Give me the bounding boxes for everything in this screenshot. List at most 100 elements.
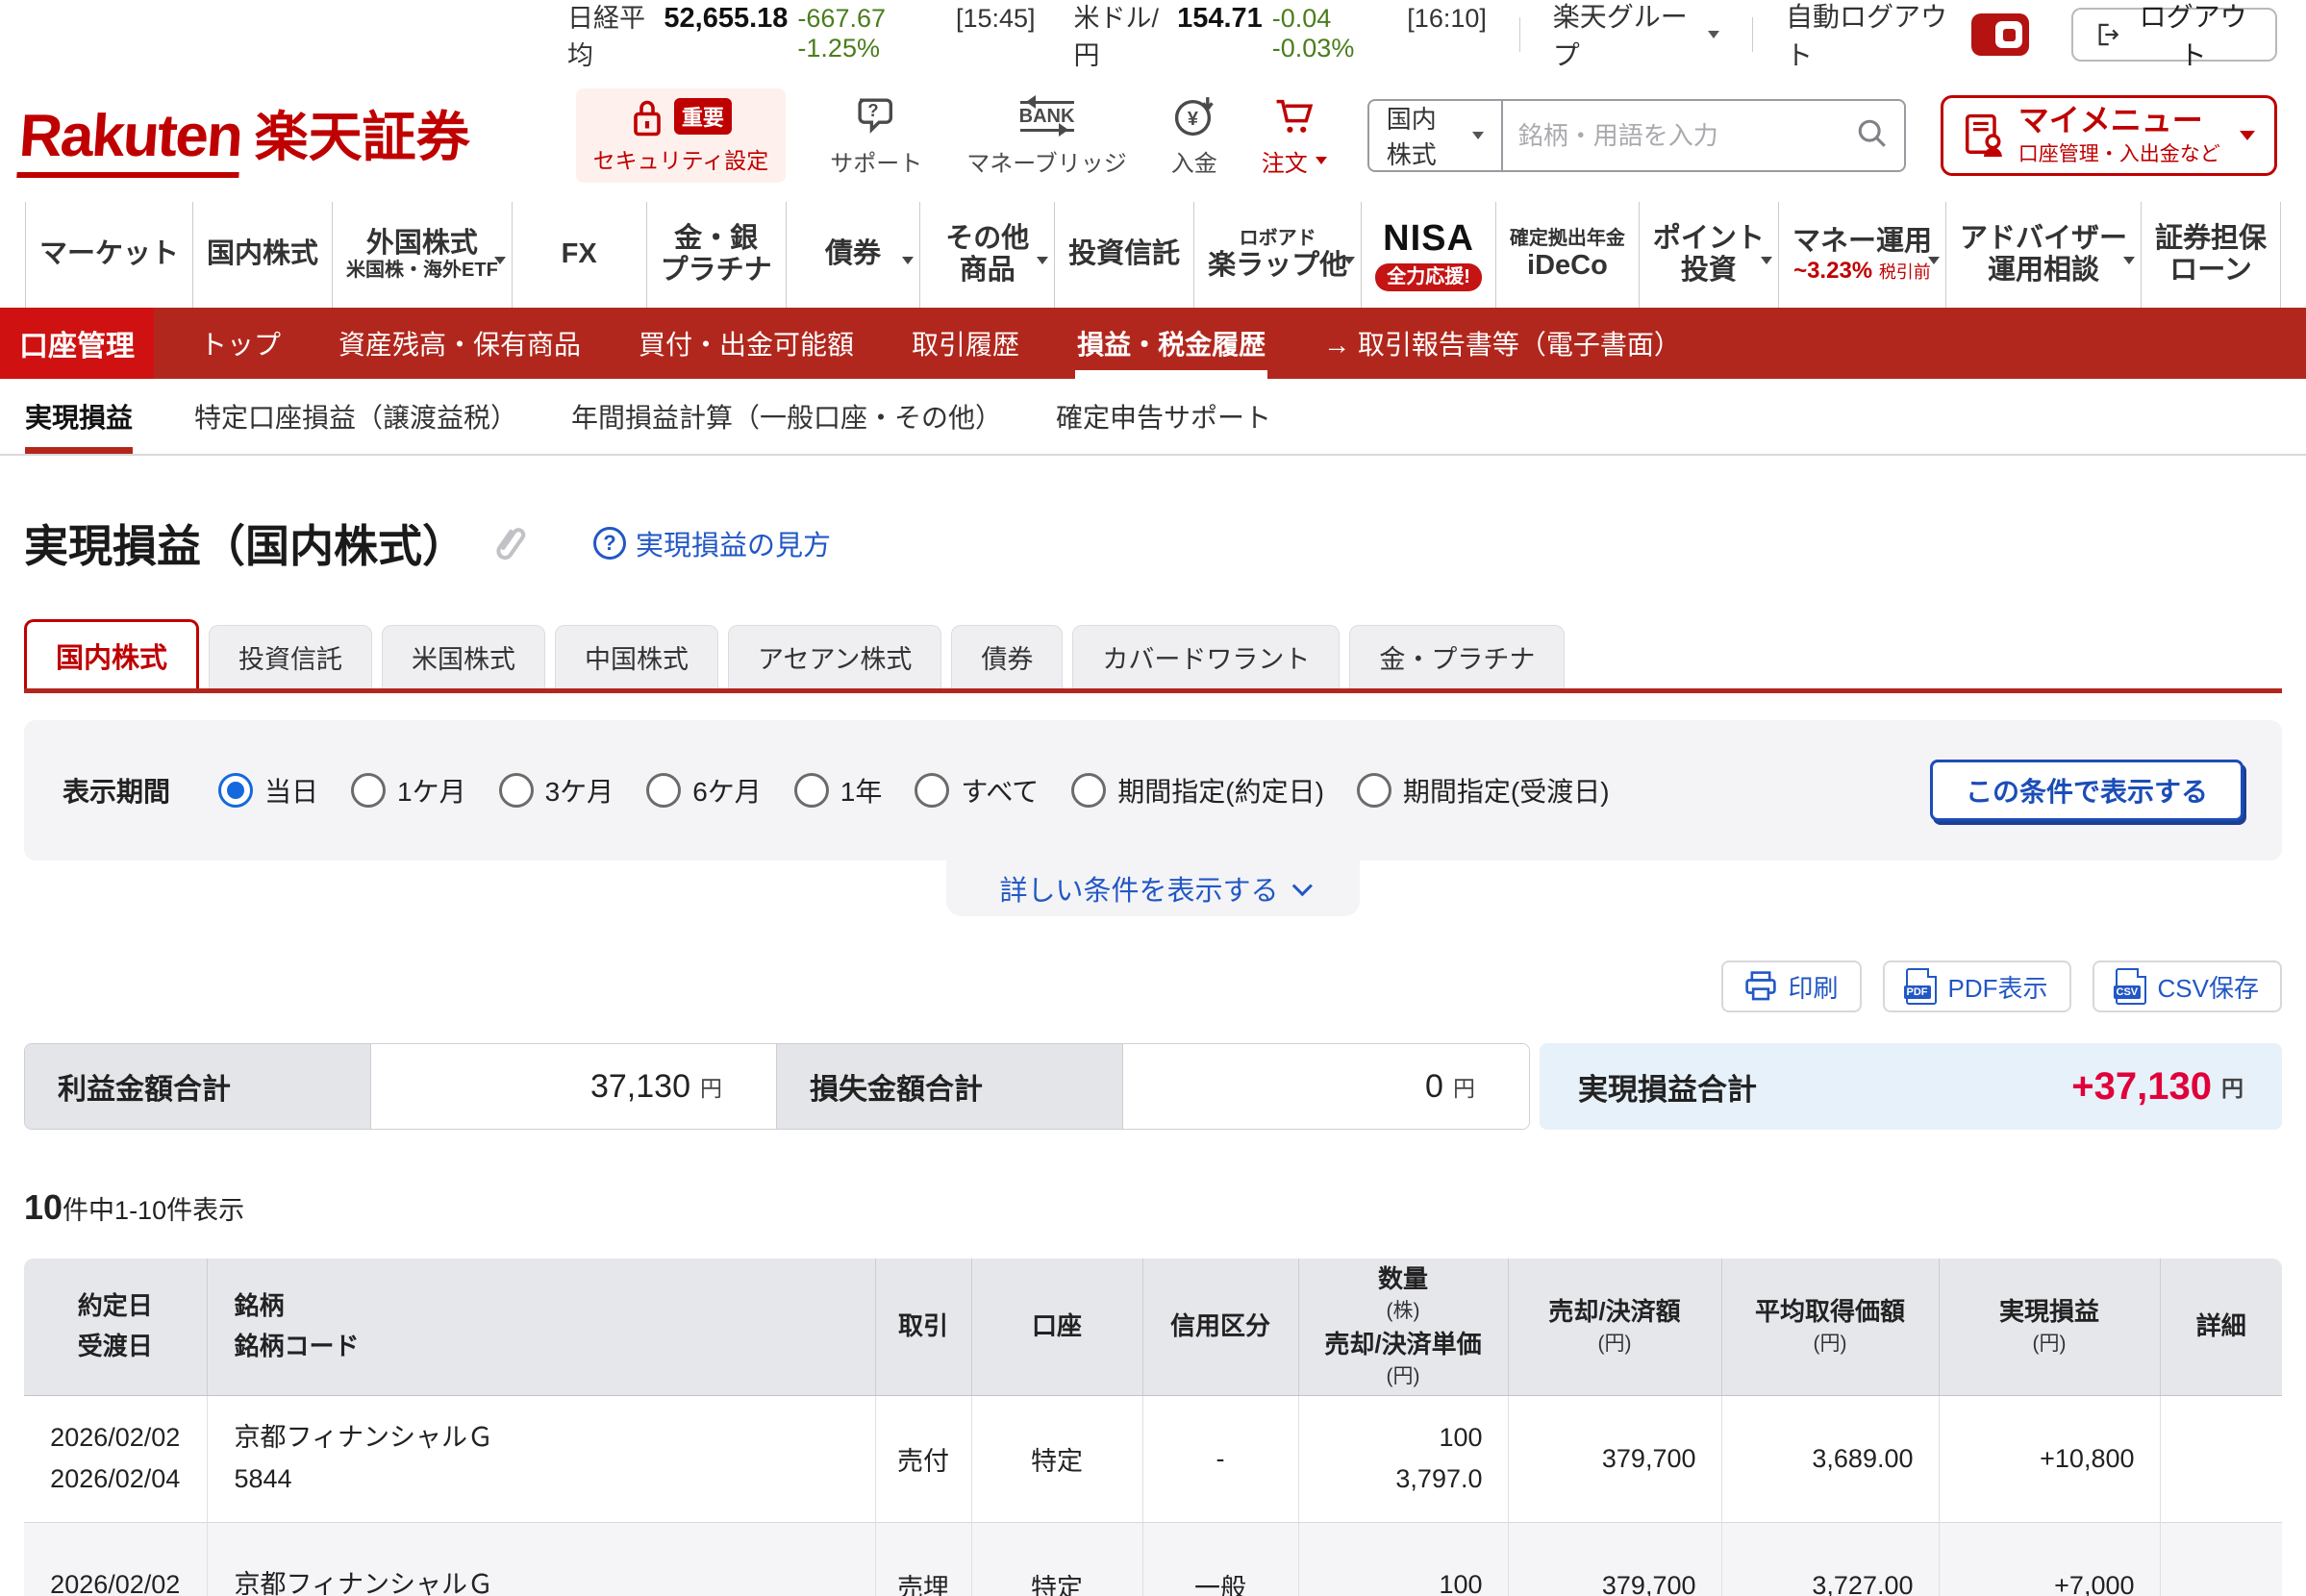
realized-pl-total-label: 実現損益合計	[1578, 1065, 1757, 1109]
nav-item-fx[interactable]: FX	[512, 202, 646, 308]
subtab-tax-support[interactable]: 確定申告サポート	[1029, 379, 1298, 454]
cell-account: 特定	[971, 1522, 1142, 1596]
nav-item-bonds[interactable]: 債券	[786, 202, 920, 308]
tab-china-stock[interactable]: 中国株式	[555, 625, 718, 688]
logout-label: ログアウト	[2132, 0, 2254, 73]
rakuten-logo[interactable]: Rakuten 楽天証券	[19, 94, 470, 178]
usdjpy-quote: 米ドル/円 154.71 -0.04 -0.03% [16:10]	[1074, 0, 1487, 72]
nav-item-foreign-stock[interactable]: 外国株式 米国株・海外ETF	[332, 202, 512, 308]
account-nav-reports[interactable]: → 取引報告書等（電子書面）	[1294, 308, 1710, 379]
nikkei-label: 日経平均	[567, 0, 654, 72]
radio-6month[interactable]: 6ケ月	[646, 771, 762, 810]
cell-margin: 一般	[1142, 1522, 1298, 1596]
mymenu-button[interactable]: マイメニュー 口座管理・入出金など	[1941, 95, 2277, 176]
deposit-yen-icon: ¥	[1172, 94, 1216, 138]
nav-item-securities-loan[interactable]: 証券担保 ローン	[2141, 202, 2281, 308]
lock-icon	[630, 98, 664, 138]
search-category-select[interactable]: 国内株式	[1369, 101, 1503, 170]
rakuten-group-menu[interactable]: 楽天グループ	[1553, 0, 1719, 73]
loss-total-value: 0円	[1123, 1044, 1529, 1129]
account-nav-buying-power[interactable]: 買付・出金可能額	[610, 308, 883, 379]
nav-item-robo-advisor[interactable]: ロボアド 楽ラップ他	[1193, 202, 1361, 308]
nav-item-ideco[interactable]: 確定拠出年金 iDeCo	[1495, 202, 1639, 308]
account-nav-trade-history[interactable]: 取引履歴	[883, 308, 1048, 379]
apply-filter-button[interactable]: この条件で表示する	[1930, 760, 2243, 821]
pdf-view-button[interactable]: PDF PDF表示	[1883, 960, 2071, 1012]
tab-gold-platinum[interactable]: 金・プラチナ	[1349, 625, 1565, 688]
cell-avg-cost: 3,727.00	[1721, 1522, 1939, 1596]
support-label: サポート	[830, 144, 922, 178]
nav-item-domestic-stock[interactable]: 国内株式	[192, 202, 332, 308]
cell-account: 特定	[971, 1395, 1142, 1522]
account-nav-pl-tax-history[interactable]: 損益・税金履歴	[1048, 308, 1294, 379]
subtab-specific-account[interactable]: 特定口座損益（譲渡益税）	[167, 379, 544, 454]
profit-total-value: 37,130円	[371, 1044, 777, 1129]
nisa-badge: 全力応援!	[1375, 263, 1482, 291]
radio-all[interactable]: すべて	[915, 771, 1039, 810]
radio-today[interactable]: 当日	[218, 771, 318, 810]
security-settings-button[interactable]: 重要 セキュリティ設定	[576, 88, 787, 183]
tab-covered-warrant[interactable]: カバードワラント	[1072, 625, 1340, 688]
nav-item-nisa[interactable]: NISA 全力応援!	[1361, 202, 1495, 308]
printer-icon	[1744, 971, 1777, 1002]
cell-realized-pl: +10,800	[1939, 1395, 2160, 1522]
radio-range-settle-date[interactable]: 期間指定(受渡日)	[1357, 771, 1610, 810]
chevron-down-icon	[1316, 157, 1327, 164]
tab-asean-stock[interactable]: アセアン株式	[728, 625, 941, 688]
page-title: 実現損益（国内株式）	[24, 511, 466, 575]
usdjpy-label: 米ドル/円	[1074, 0, 1168, 72]
print-button[interactable]: 印刷	[1721, 960, 1862, 1012]
nav-item-funds[interactable]: 投資信託	[1054, 202, 1193, 308]
filter-panel: 表示期間 当日 1ケ月 3ケ月 6ケ月 1年 すべて 期間指定(約定日)	[24, 720, 2282, 860]
moneybridge-label: マネーブリッジ	[966, 144, 1127, 178]
col-name: 銘柄銘柄コード	[207, 1259, 875, 1395]
tab-bonds[interactable]: 債券	[951, 625, 1063, 688]
search-input[interactable]	[1503, 121, 1856, 151]
table-row: 2026/02/02 京都フィナンシャルＧ 売埋 特定 一般 100 379,7…	[24, 1522, 2282, 1596]
mymenu-label: マイメニュー	[2018, 104, 2220, 137]
nav-item-gold-platinum[interactable]: 金・銀 プラチナ	[646, 202, 786, 308]
deposit-button[interactable]: ¥ 入金	[1171, 94, 1217, 178]
logo-en: Rakuten	[16, 102, 243, 178]
col-trade: 取引	[875, 1259, 971, 1395]
realized-pl-total-value: +37,130円	[2071, 1065, 2243, 1109]
nikkei-time: [15:45]	[956, 4, 1036, 34]
nav-item-money-management[interactable]: マネー運用 ~3.23% 税引前	[1778, 202, 1945, 308]
nav-item-other-products[interactable]: その他 商品	[919, 202, 1054, 308]
support-button[interactable]: ? サポート	[830, 94, 922, 178]
auto-logout-toggle[interactable]	[1971, 13, 2029, 56]
subtab-realized-pl[interactable]: 実現損益	[25, 379, 167, 454]
col-account: 口座	[971, 1259, 1142, 1395]
nav-item-market[interactable]: マーケット	[25, 202, 192, 308]
account-nav-home[interactable]: 口座管理	[0, 308, 154, 379]
deposit-label: 入金	[1171, 144, 1217, 178]
radio-icon	[499, 773, 534, 808]
order-button[interactable]: 注文	[1262, 94, 1327, 178]
radio-icon	[646, 773, 681, 808]
help-link[interactable]: ? 実現損益の見方	[593, 523, 831, 563]
chevron-down-icon	[1037, 252, 1048, 269]
logout-button[interactable]: ログアウト	[2071, 8, 2277, 62]
csv-save-button[interactable]: CSV CSV保存	[2093, 960, 2282, 1012]
radio-1month[interactable]: 1ケ月	[351, 771, 466, 810]
paperclip-icon[interactable]	[483, 515, 539, 572]
cell-quantity: 1003,797.0	[1298, 1395, 1508, 1522]
account-nav-top[interactable]: トップ	[171, 308, 310, 379]
tab-domestic-stock[interactable]: 国内株式	[24, 619, 199, 688]
tab-funds[interactable]: 投資信託	[209, 625, 372, 688]
nav-item-advisor[interactable]: アドバイザー 運用相談	[1945, 202, 2141, 308]
tab-us-stock[interactable]: 米国株式	[382, 625, 545, 688]
show-detailed-conditions-link[interactable]: 詳しい条件を表示する	[946, 860, 1360, 916]
radio-3month[interactable]: 3ケ月	[499, 771, 614, 810]
cell-trade: 売埋	[875, 1522, 971, 1596]
search-icon[interactable]	[1856, 117, 1889, 155]
subtab-annual-calc[interactable]: 年間損益計算（一般口座・その他）	[544, 379, 1029, 454]
moneybridge-button[interactable]: BANK マネーブリッジ	[966, 94, 1127, 178]
pdf-icon: PDF	[1906, 968, 1937, 1005]
radio-range-trade-date[interactable]: 期間指定(約定日)	[1071, 771, 1324, 810]
rakuten-group-label: 楽天グループ	[1553, 0, 1696, 73]
nav-item-point-invest[interactable]: ポイント 投資	[1639, 202, 1778, 308]
account-nav-balance[interactable]: 資産残高・保有商品	[310, 308, 610, 379]
radio-1year[interactable]: 1年	[794, 771, 883, 810]
radio-icon	[1357, 773, 1391, 808]
